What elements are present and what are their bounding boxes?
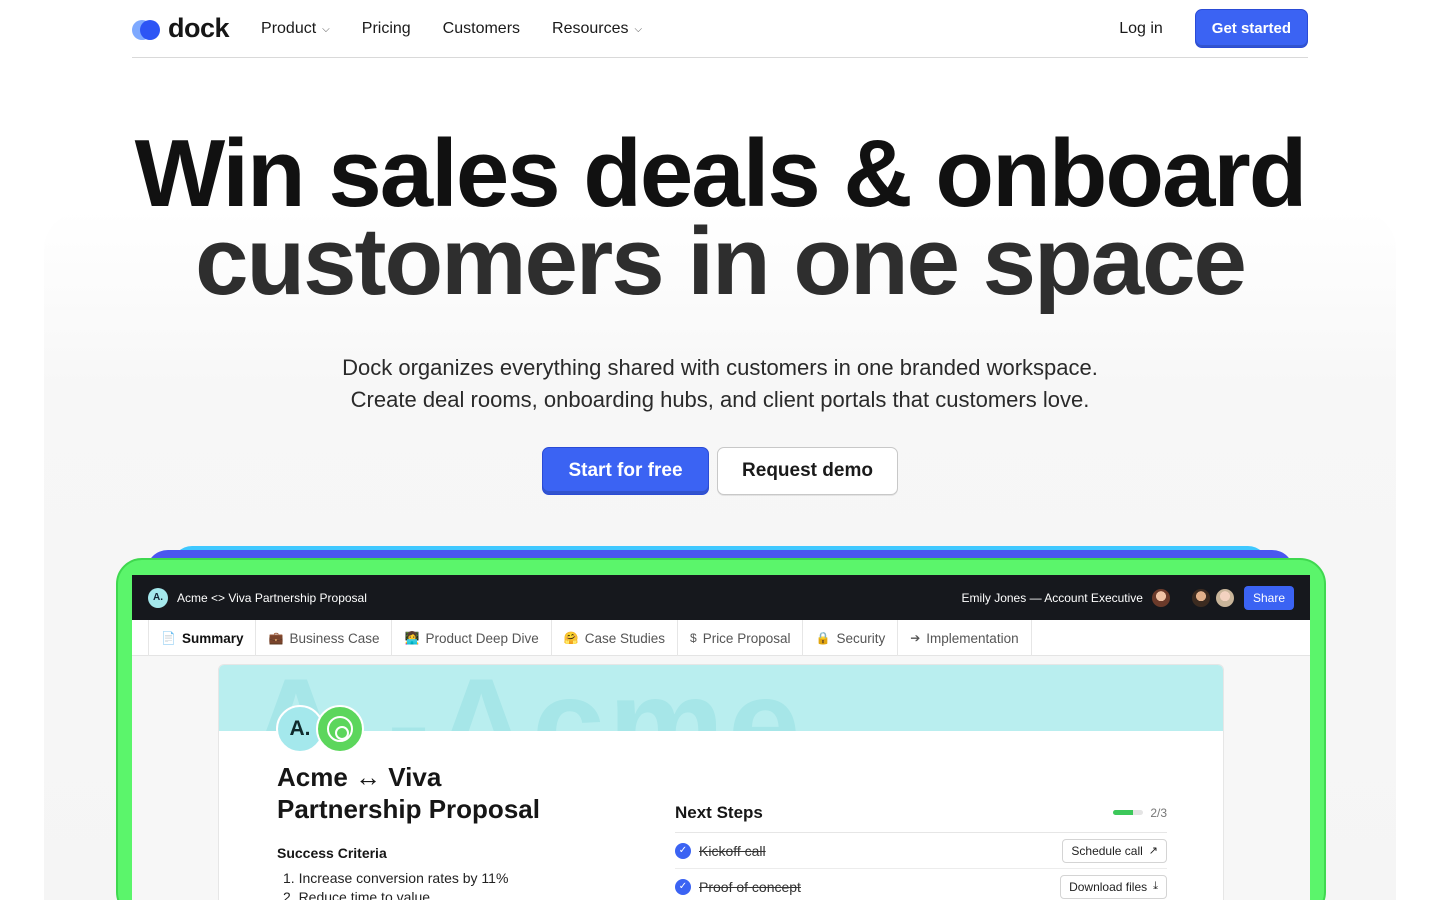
tab-product-deep-dive[interactable]: 👩‍💻 Product Deep Dive [392, 620, 552, 656]
nav-links: Product ⌵ Pricing Customers Resources ⌵ [261, 20, 642, 38]
logo-text: dock [168, 13, 230, 43]
nav-resources[interactable]: Resources ⌵ [552, 20, 642, 38]
success-criteria-list: 1. Increase conversion rates by 11% 2. R… [283, 869, 508, 900]
step-label: Kickoff call [699, 842, 766, 859]
nav-product-label: Product [261, 19, 317, 37]
tab-case-studies[interactable]: 🤗 Case Studies [552, 620, 678, 656]
owner-label: Emily Jones — Account Executive [961, 590, 1143, 605]
progress-count: 2/3 [1150, 805, 1167, 820]
list-item: 1. Increase conversion rates by 11% [283, 870, 509, 886]
checkmark-icon[interactable]: ✓ [675, 842, 691, 859]
login-link[interactable]: Log in [1119, 20, 1163, 38]
tab-label: Case Studies [584, 630, 665, 646]
member-avatar [1214, 587, 1235, 608]
start-for-free-button[interactable]: Start for free [542, 447, 709, 495]
workspace-title: Acme <> Viva Partnership Proposal [177, 590, 367, 605]
nav-resources-label: Resources [552, 19, 629, 37]
next-steps-title: Next Steps [675, 802, 763, 822]
tab-business-case[interactable]: 💼 Business Case [256, 620, 393, 656]
nav-customers-label: Customers [442, 19, 521, 37]
lock-icon: 🔒 [815, 631, 831, 645]
member-avatar [1190, 587, 1211, 608]
workspace-tabs: 📄 Summary 💼 Business Case 👩‍💻 Product Deep … [132, 620, 1310, 656]
progress-bar [1113, 810, 1144, 815]
list-item: 2. Reduce time to value [283, 889, 431, 900]
step-row: ✓ Kickoff call Schedule call ↗ [675, 833, 1167, 869]
step-row: ✓ Proof of concept Download files ⤓ [675, 869, 1167, 900]
nav-pricing-label: Pricing [361, 19, 411, 37]
next-steps: Next Steps 2/3 ✓ Kickoff call Schedule c… [675, 801, 1167, 900]
subtitle-line-2: Create deal rooms, onboarding hubs, and … [350, 387, 1090, 412]
hero-subtitle: Dock organizes everything shared with cu… [0, 352, 1440, 416]
progress-bar-fill [1113, 810, 1134, 815]
request-demo-button[interactable]: Request demo [717, 447, 898, 495]
party-logos: A. [276, 705, 364, 753]
next-steps-header: Next Steps 2/3 [675, 801, 1167, 833]
checkmark-icon[interactable]: ✓ [675, 878, 691, 895]
tab-summary[interactable]: 📄 Summary [148, 620, 257, 656]
button-label: Schedule call [1071, 843, 1143, 858]
doc-title: Acme ↔ Viva Partnership Proposal [277, 762, 540, 824]
tab-label: Implementation [926, 630, 1019, 646]
tab-label: Security [836, 630, 886, 646]
nav-right: Log in Get started [1119, 9, 1308, 48]
top-nav: dock Product ⌵ Pricing Customers Resource… [132, 0, 1308, 58]
summary-document: A.-Acme A. Acme ↔ Viva Partnership Propo… [218, 664, 1224, 900]
dock-logo[interactable]: dock [132, 13, 230, 44]
subtitle-line-1: Dock organizes everything shared with cu… [342, 355, 1098, 380]
hugging-face-icon: 🤗 [563, 631, 579, 645]
download-icon: ⤓ [1153, 880, 1158, 892]
dollar-icon: $ [690, 631, 697, 645]
document-icon: 📄 [161, 631, 176, 645]
topbar-right: Emily Jones — Account Executive Share [961, 585, 1294, 610]
schedule-call-button[interactable]: Schedule call ↗ [1062, 838, 1167, 863]
viva-logo-icon [327, 716, 353, 742]
tab-label: Summary [181, 630, 244, 646]
headline-line-2: customers in one space [195, 208, 1247, 315]
workspace-topbar: A. Acme <> Viva Partnership Proposal Emi… [132, 575, 1310, 620]
nav-pricing[interactable]: Pricing [362, 20, 411, 38]
nav-customers[interactable]: Customers [443, 20, 520, 38]
tab-label: Product Deep Dive [425, 630, 539, 646]
headline-line-1: Win sales deals & onboard [134, 120, 1308, 227]
get-started-button[interactable]: Get started [1194, 9, 1308, 48]
tab-price-proposal[interactable]: $ Price Proposal [678, 620, 804, 656]
chevron-down-icon: ⌵ [634, 24, 643, 35]
external-link-icon: ↗ [1148, 845, 1158, 857]
hero-headline: Win sales deals & onboard customers in o… [0, 120, 1440, 315]
dock-logo-icon [132, 18, 162, 40]
tab-security[interactable]: 🔒 Security [803, 620, 899, 656]
tab-implementation[interactable]: ➔ Implementation [898, 620, 1032, 656]
arrow-right-icon: ➔ [910, 631, 921, 645]
download-files-button[interactable]: Download files ⤓ [1060, 874, 1167, 899]
chevron-down-icon: ⌵ [322, 24, 330, 35]
product-preview: A. Acme <> Viva Partnership Proposal Emi… [132, 575, 1310, 900]
viva-logo [316, 705, 364, 753]
step-label: Proof of concept [699, 878, 801, 895]
tab-label: Price Proposal [702, 630, 791, 646]
hero-cta-group: Start for free Request demo [0, 447, 1440, 495]
briefcase-icon: 💼 [268, 631, 284, 645]
tab-label: Business Case [289, 630, 380, 646]
cover-banner: A.-Acme [219, 665, 1223, 731]
next-steps-progress: 2/3 [1113, 806, 1167, 820]
workspace-avatar: A. [148, 587, 168, 608]
success-criteria-heading: Success Criteria [277, 845, 387, 861]
nav-product[interactable]: Product ⌵ [261, 20, 330, 38]
technologist-icon: 👩‍💻 [404, 631, 420, 645]
owner-avatar [1150, 587, 1171, 608]
button-label: Download files [1069, 879, 1148, 894]
share-button[interactable]: Share [1243, 585, 1294, 610]
